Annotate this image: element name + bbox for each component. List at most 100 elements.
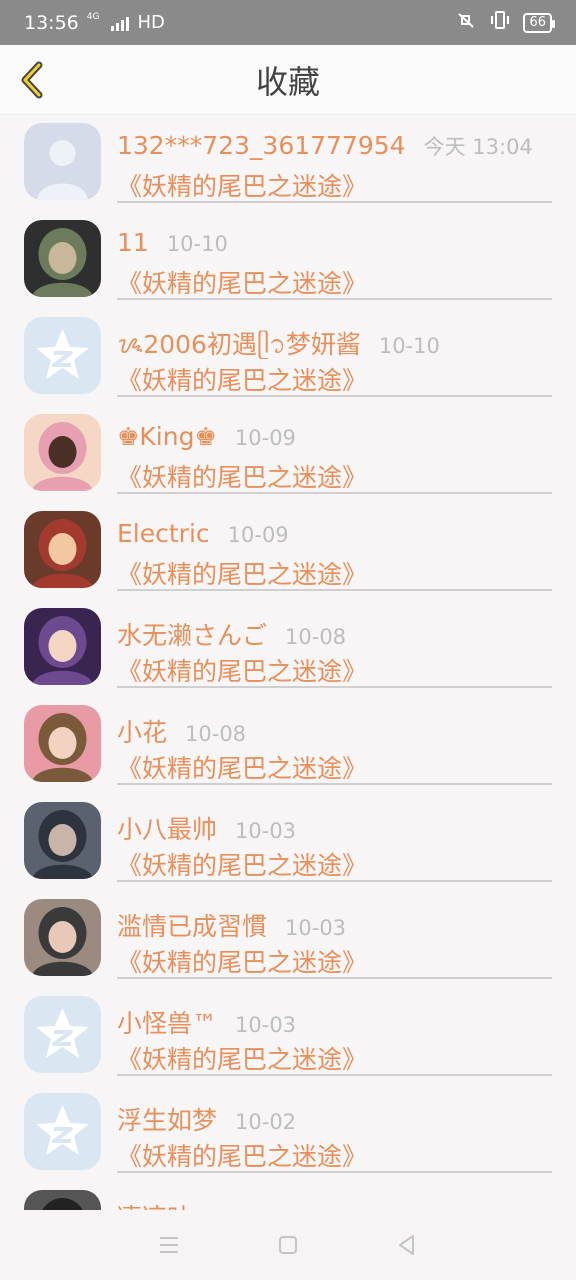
item-header: 小怪兽™ 10-03 xyxy=(117,1004,296,1040)
timestamp: 10-10 xyxy=(166,232,228,256)
user-name[interactable]: 小八最帅 xyxy=(117,810,217,846)
avatar[interactable] xyxy=(24,996,101,1073)
timestamp: 10-08 xyxy=(285,625,347,649)
mute-vibrate-icon xyxy=(455,10,477,35)
item-header: 浮生如梦 10-02 xyxy=(117,1101,296,1137)
timestamp: 今天 13:04 xyxy=(423,135,533,159)
menu-icon xyxy=(160,1237,179,1253)
user-name[interactable]: 小怪兽™ xyxy=(117,1004,217,1040)
list-item[interactable]: 浮生如梦 10-02 《妖精的尾巴之迷途》 xyxy=(0,1085,576,1182)
status-time: 13:56 xyxy=(24,11,79,34)
item-header: 小八最帅 10-03 xyxy=(117,810,296,846)
timestamp: 10-09 xyxy=(234,426,296,450)
back-triangle-icon xyxy=(398,1235,414,1255)
item-header: 小花 10-08 xyxy=(117,713,246,749)
avatar[interactable] xyxy=(24,220,101,297)
item-header: 凄凉叶10-02 xyxy=(117,1198,271,1210)
list-item[interactable]: ᝰ2006初遇ᥫ᭡梦妍酱 10-10 《妖精的尾巴之迷途》 xyxy=(0,309,576,406)
list-item[interactable]: 水无濑さんご 10-08 《妖精的尾巴之迷途》 xyxy=(0,600,576,697)
signal-icon xyxy=(111,15,130,31)
book-title[interactable]: 《妖精的尾巴之迷途》 xyxy=(117,555,367,591)
item-text: 凄凉叶10-02 xyxy=(117,1182,552,1210)
item-header: 132***723_361777954 今天 13:04 xyxy=(117,131,533,161)
user-name[interactable]: 小花 xyxy=(117,713,167,749)
list-item[interactable]: Electric 10-09 《妖精的尾巴之迷途》 xyxy=(0,503,576,600)
avatar[interactable] xyxy=(24,414,101,491)
book-title[interactable]: 《妖精的尾巴之迷途》 xyxy=(117,749,367,785)
item-text: ᝰ2006初遇ᥫ᭡梦妍酱 10-10 《妖精的尾巴之迷途》 xyxy=(117,309,552,397)
timestamp: 10-02 xyxy=(235,1110,297,1134)
user-name[interactable]: 浮生如梦 xyxy=(117,1101,217,1137)
list-item[interactable]: 小八最帅 10-03 《妖精的尾巴之迷途》 xyxy=(0,794,576,891)
avatar[interactable] xyxy=(24,317,101,394)
item-text: 浮生如梦 10-02 《妖精的尾巴之迷途》 xyxy=(117,1085,552,1173)
back-button[interactable] xyxy=(10,53,54,107)
item-text: 11 10-10 《妖精的尾巴之迷途》 xyxy=(117,212,552,300)
book-title[interactable]: 《妖精的尾巴之迷途》 xyxy=(117,846,367,882)
list-item[interactable]: 滥情已成習慣 10-03 《妖精的尾巴之迷途》 xyxy=(0,891,576,988)
user-name[interactable]: Electric xyxy=(117,519,210,548)
avatar[interactable] xyxy=(24,1093,101,1170)
avatar[interactable] xyxy=(24,705,101,782)
item-header: ♚King♚ 10-09 xyxy=(117,422,296,451)
item-text: ♚King♚ 10-09 《妖精的尾巴之迷途》 xyxy=(117,406,552,494)
list-item[interactable]: 凄凉叶10-02 xyxy=(0,1182,576,1210)
network-label: HD xyxy=(137,12,165,33)
status-bar: 13:56 4G HD 66 xyxy=(0,0,576,45)
item-text: 小八最帅 10-03 《妖精的尾巴之迷途》 xyxy=(117,794,552,882)
item-text: Electric 10-09 《妖精的尾巴之迷途》 xyxy=(117,503,552,591)
item-text: 小怪兽™ 10-03 《妖精的尾巴之迷途》 xyxy=(117,988,552,1076)
vibrate-icon xyxy=(489,10,511,35)
back-nav-button[interactable] xyxy=(387,1225,427,1265)
menu-nav-button[interactable] xyxy=(149,1225,189,1265)
item-header: 滥情已成習慣 10-03 xyxy=(117,907,346,943)
item-header: Electric 10-09 xyxy=(117,519,289,548)
list-item[interactable]: 132***723_361777954 今天 13:04 《妖精的尾巴之迷途》 xyxy=(0,115,576,212)
timestamp: 10-03 xyxy=(285,916,347,940)
avatar[interactable] xyxy=(24,1190,101,1210)
system-nav-bar xyxy=(0,1210,576,1280)
avatar[interactable] xyxy=(24,608,101,685)
network-type-small: 4G xyxy=(86,11,100,22)
home-nav-button[interactable] xyxy=(268,1225,308,1265)
book-title[interactable]: 《妖精的尾巴之迷途》 xyxy=(117,264,367,300)
header: 收藏 xyxy=(0,45,576,115)
item-header: 水无濑さんご 10-08 xyxy=(117,616,346,652)
item-text: 水无濑さんご 10-08 《妖精的尾巴之迷途》 xyxy=(117,600,552,688)
timestamp: 10-10 xyxy=(378,334,440,358)
book-title[interactable]: 《妖精的尾巴之迷途》 xyxy=(117,943,367,979)
avatar[interactable] xyxy=(24,123,101,200)
favorites-list: 132***723_361777954 今天 13:04 《妖精的尾巴之迷途》 11 1… xyxy=(0,115,576,1210)
avatar[interactable] xyxy=(24,899,101,976)
book-title[interactable]: 《妖精的尾巴之迷途》 xyxy=(117,1137,367,1173)
item-text: 滥情已成習慣 10-03 《妖精的尾巴之迷途》 xyxy=(117,891,552,979)
timestamp: 10-03 xyxy=(235,819,297,843)
item-text: 132***723_361777954 今天 13:04 《妖精的尾巴之迷途》 xyxy=(117,115,552,203)
book-title[interactable]: 《妖精的尾巴之迷途》 xyxy=(117,361,367,397)
timestamp: 10-03 xyxy=(235,1013,297,1037)
list-item[interactable]: 11 10-10 《妖精的尾巴之迷途》 xyxy=(0,212,576,309)
home-square-icon xyxy=(278,1236,297,1254)
user-name[interactable]: 凄凉叶 xyxy=(117,1198,192,1210)
item-text: 小花 10-08 《妖精的尾巴之迷途》 xyxy=(117,697,552,785)
book-title[interactable]: 《妖精的尾巴之迷途》 xyxy=(117,652,367,688)
book-title[interactable]: 《妖精的尾巴之迷途》 xyxy=(117,167,367,203)
battery-indicator: 66 xyxy=(523,12,555,33)
user-name[interactable]: 132***723_361777954 xyxy=(117,131,406,160)
avatar[interactable] xyxy=(24,511,101,588)
item-header: 11 10-10 xyxy=(117,228,228,257)
timestamp: 10-09 xyxy=(227,523,289,547)
timestamp: 10-08 xyxy=(185,722,247,746)
page-title: 收藏 xyxy=(255,62,320,101)
list-item[interactable]: ♚King♚ 10-09 《妖精的尾巴之迷途》 xyxy=(0,406,576,503)
back-arrow-icon xyxy=(21,61,43,99)
user-name[interactable]: 11 xyxy=(117,228,149,257)
list-item[interactable]: 小怪兽™ 10-03 《妖精的尾巴之迷途》 xyxy=(0,988,576,1085)
avatar[interactable] xyxy=(24,802,101,879)
user-name[interactable]: ♚King♚ xyxy=(117,422,217,451)
user-name[interactable]: 滥情已成習慣 xyxy=(117,907,267,943)
book-title[interactable]: 《妖精的尾巴之迷途》 xyxy=(117,458,367,494)
book-title[interactable]: 《妖精的尾巴之迷途》 xyxy=(117,1040,367,1076)
user-name[interactable]: 水无濑さんご xyxy=(117,616,267,652)
list-item[interactable]: 小花 10-08 《妖精的尾巴之迷途》 xyxy=(0,697,576,794)
